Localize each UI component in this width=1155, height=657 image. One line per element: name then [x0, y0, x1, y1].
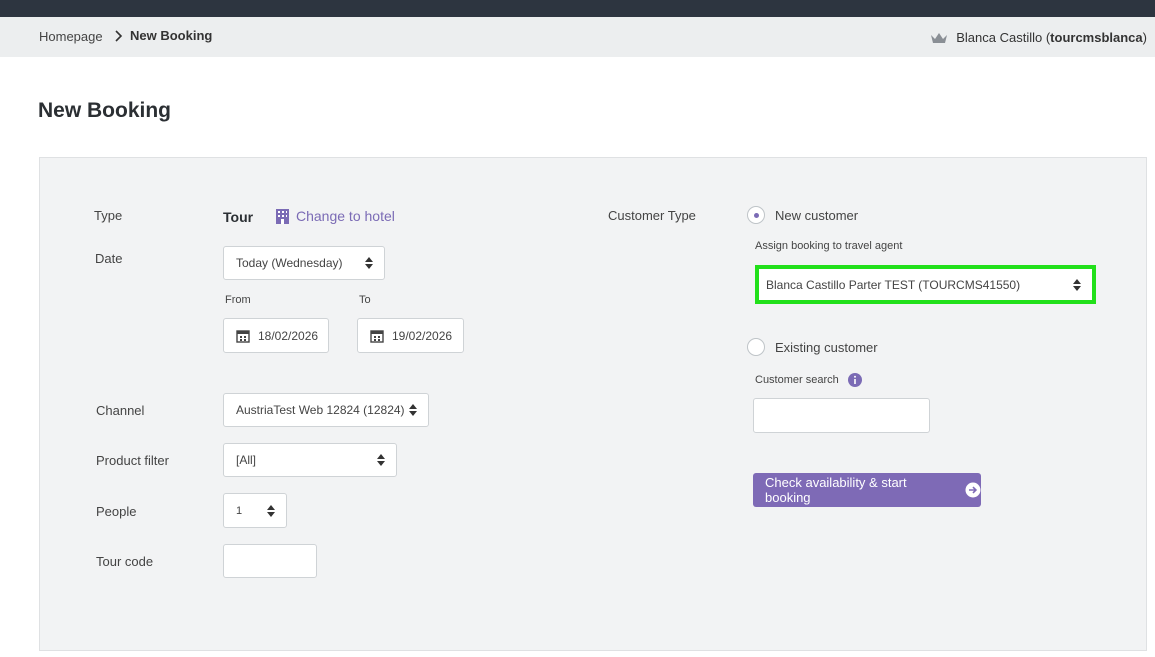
page-title: New Booking — [38, 99, 172, 122]
breadcrumb: Homepage New Booking Blanca Castillo (to… — [0, 17, 1155, 57]
check-availability-button[interactable]: Check availability & start booking — [753, 473, 981, 507]
sort-arrows-icon — [409, 404, 417, 416]
sort-arrows-icon — [1073, 278, 1081, 291]
new-customer-radio[interactable] — [747, 206, 765, 224]
new-customer-label[interactable]: New customer — [775, 208, 858, 223]
customer-search-input[interactable] — [753, 398, 930, 433]
existing-customer-label[interactable]: Existing customer — [775, 340, 878, 355]
breadcrumb-home-link[interactable]: Homepage — [39, 29, 103, 44]
info-icon[interactable] — [848, 373, 862, 387]
booking-form-panel — [39, 157, 1147, 651]
hotel-icon — [276, 209, 289, 224]
product-filter-select[interactable]: [All] — [223, 443, 397, 477]
tour-code-input[interactable] — [223, 544, 317, 578]
from-date-input[interactable]: 18/02/2026 — [223, 318, 329, 353]
people-select[interactable]: 1 — [223, 493, 287, 528]
from-date-value: 18/02/2026 — [258, 328, 319, 343]
date-label: Date — [95, 251, 123, 266]
customer-type-label: Customer Type — [608, 208, 696, 223]
channel-label: Channel — [96, 403, 145, 418]
people-label: People — [96, 504, 137, 519]
crown-icon — [931, 32, 948, 43]
tour-code-label: Tour code — [96, 554, 154, 569]
product-filter-label: Product filter — [96, 453, 169, 468]
assign-agent-label: Assign booking to travel agent — [755, 240, 903, 252]
travel-agent-select[interactable]: Blanca Castillo Parter TEST (TOURCMS4155… — [755, 265, 1096, 304]
type-value: Tour — [223, 209, 254, 225]
check-availability-label: Check availability & start booking — [765, 475, 907, 505]
user-menu[interactable]: Blanca Castillo (tourcmsblanca) — [930, 30, 1147, 45]
calendar-icon — [236, 329, 250, 343]
change-to-hotel-link[interactable]: Change to hotel — [275, 208, 395, 224]
breadcrumb-current: New Booking — [130, 28, 213, 43]
user-name: Blanca Castillo (tourcmsblanca) — [956, 30, 1147, 45]
change-to-hotel-label: Change to hotel — [296, 208, 395, 224]
type-label: Type — [94, 208, 123, 223]
sort-arrows-icon — [377, 454, 385, 466]
chevron-right-icon — [115, 30, 123, 42]
date-select[interactable]: Today (Wednesday) — [223, 246, 385, 280]
sort-arrows-icon — [365, 257, 373, 269]
to-label: To — [359, 294, 371, 306]
calendar-icon — [370, 329, 384, 343]
to-date-input[interactable]: 19/02/2026 — [357, 318, 464, 353]
existing-customer-radio[interactable] — [747, 338, 765, 356]
date-select-value: Today (Wednesday) — [236, 256, 343, 270]
from-label: From — [225, 294, 251, 306]
product-filter-value: [All] — [236, 453, 257, 467]
to-date-value: 19/02/2026 — [392, 328, 453, 343]
channel-select-value: AustriaTest Web 12824 (12824) — [236, 403, 405, 417]
channel-select[interactable]: AustriaTest Web 12824 (12824) — [223, 393, 429, 427]
travel-agent-value: Blanca Castillo Parter TEST (TOURCMS4155… — [766, 277, 1021, 292]
arrow-right-circle-icon — [965, 482, 981, 498]
people-select-value: 1 — [236, 504, 243, 517]
customer-search-label: Customer search — [755, 374, 839, 386]
top-bar — [0, 0, 1155, 17]
sort-arrows-icon — [267, 504, 275, 517]
